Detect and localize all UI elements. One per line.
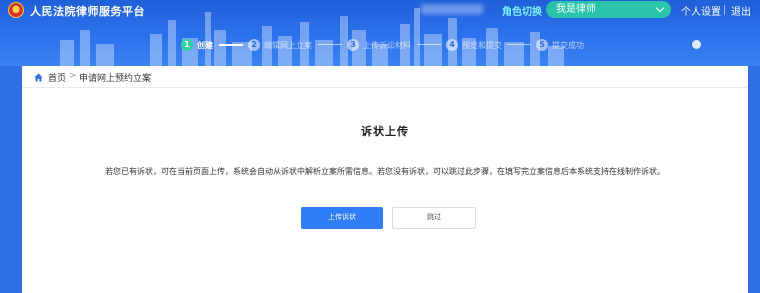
step-preview-submit: 4 预览和提交	[446, 38, 502, 52]
header-banner: 人民法院律师服务平台 角色切换 我是律师 个人设置 退出 1 创建 2 编辑网上…	[0, 0, 760, 66]
personal-settings-link[interactable]: 个人设置	[681, 3, 721, 18]
role-select[interactable]: 我是律师	[546, 1, 671, 18]
step-number: 4	[446, 39, 458, 51]
step-number: 5	[536, 39, 548, 51]
court-emblem-logo	[8, 2, 24, 18]
logout-link[interactable]: 退出	[731, 3, 751, 18]
breadcrumb-home-link[interactable]: 首页	[48, 71, 66, 84]
step-connector	[417, 44, 441, 45]
upload-complaint-button[interactable]: 上传诉状	[301, 207, 383, 229]
upload-description: 若您已有诉状，可在当前页面上传，系统会自动从诉状中解析立案所需信息。若您没有诉状…	[105, 167, 665, 176]
step-number: 3	[347, 39, 359, 51]
step-number: 1	[181, 39, 193, 51]
skip-button[interactable]: 跳过	[392, 207, 476, 229]
step-label: 编辑网上立案	[264, 40, 312, 50]
step-number: 2	[248, 39, 260, 51]
step-label: 预览和提交	[462, 40, 502, 50]
step-label: 上传诉讼材料	[363, 40, 411, 50]
step-submit-success: 5 提交成功	[536, 38, 584, 52]
breadcrumb-separator: >	[69, 71, 77, 81]
section-title: 诉状上传	[361, 125, 409, 138]
breadcrumb: 首页 > 申请网上预约立案	[22, 66, 748, 88]
step-upload-materials: 3 上传诉讼材料	[347, 38, 411, 52]
step-connector	[219, 44, 243, 46]
home-icon[interactable]	[34, 73, 43, 82]
role-select-value: 我是律师	[556, 4, 596, 15]
status-dot-icon	[692, 40, 701, 49]
step-label: 提交成功	[552, 40, 584, 50]
step-edit-filing: 2 编辑网上立案	[248, 38, 312, 52]
step-create: 1 创建	[181, 38, 213, 52]
user-info-blurred	[421, 4, 483, 14]
breadcrumb-current: 申请网上预约立案	[79, 74, 152, 84]
step-connector	[318, 44, 342, 45]
step-connector	[507, 44, 531, 45]
top-bar: 人民法院律师服务平台 角色切换 我是律师 个人设置 退出	[0, 0, 760, 20]
progress-steps: 1 创建 2 编辑网上立案 3 上传诉讼材料 4 预览和提交 5 提交成功	[0, 38, 760, 54]
app-title: 人民法院律师服务平台	[30, 5, 145, 18]
step-label: 创建	[197, 40, 213, 50]
header-divider	[724, 5, 725, 15]
chevron-down-icon	[655, 3, 665, 13]
content-card: 首页 > 申请网上预约立案 诉状上传 若您已有诉状，可在当前页面上传，系统会自动…	[22, 66, 748, 293]
role-switch-label[interactable]: 角色切换	[502, 3, 542, 18]
